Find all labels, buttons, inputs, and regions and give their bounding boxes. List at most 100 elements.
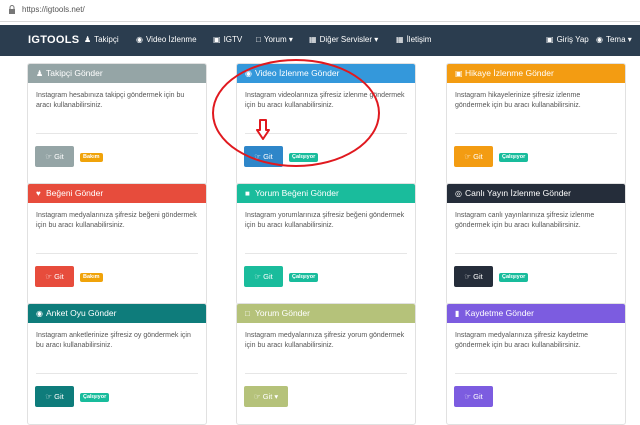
eye-icon: ◉ <box>136 35 143 44</box>
status-badge: Çalışıyor <box>289 273 319 282</box>
button-label: Git <box>263 272 273 281</box>
button-label: Git <box>54 392 64 401</box>
card-title: Beğeni Gönder <box>46 188 104 198</box>
button-label: Git <box>262 392 273 401</box>
comments-icon: ◉ <box>36 309 43 318</box>
nav-label: Tema <box>605 35 626 44</box>
heart-icon: ♥ <box>36 189 41 198</box>
lock-icon <box>9 5 15 14</box>
comment-icon: □ <box>256 35 261 44</box>
nav-item-giris-yap[interactable]: ▣ Giriş Yap <box>546 35 589 44</box>
card-title: Yorum Beğeni Gönder <box>255 188 339 198</box>
navbar: IGTOOLS ♟ Takipçi ◉ Video İzlenme ▣ IGTV □ Y… <box>0 25 640 56</box>
bookmark-icon: ▮ <box>455 309 460 318</box>
button-label: Git <box>54 152 64 161</box>
go-button[interactable]: ☞ Git <box>454 386 493 407</box>
brand-logo[interactable]: IGTOOLS <box>28 34 79 46</box>
card-canli-yayin-izlenme-gonder: ◎ Canlı Yayın İzlenme Gönder Instagram ca… <box>446 183 626 305</box>
status-badge: Çalışıyor <box>80 393 110 402</box>
card-description: Instagram anketlerinize şifresiz oy gönd… <box>36 332 191 349</box>
go-button[interactable]: ☞ Git <box>244 266 283 287</box>
nav-item-diger-servisler[interactable]: ▦ Diğer Servisler ▾ <box>309 35 378 44</box>
status-badge: Çalışıyor <box>499 273 529 282</box>
hand-pointer-icon: ☞ <box>254 272 262 281</box>
grid-icon: ▦ <box>309 35 317 44</box>
card-header: ◎ Canlı Yayın İzlenme Gönder <box>447 184 625 203</box>
button-label: Git <box>54 272 64 281</box>
go-button[interactable]: ☞ Git <box>454 266 493 287</box>
card-title: Kaydetme Gönder <box>465 308 534 318</box>
go-button[interactable]: ☞ Git <box>35 266 74 287</box>
card-description: Instagram hesabınıza takipçi göndermek i… <box>36 92 185 109</box>
nav-item-yorum[interactable]: □ Yorum ▾ <box>256 35 293 44</box>
card-header: □ Yorum Gönder <box>237 304 415 323</box>
go-dropdown-button[interactable]: ☞ Git ▾ <box>244 386 288 407</box>
card-kaydetme-gonder: ▮ Kaydetme Gönder Instagram medyalarınıza… <box>446 303 626 425</box>
card-yorum-gonder: □ Yorum Gönder Instagram medyalarınıza şi… <box>236 303 416 425</box>
status-badge: Çalışıyor <box>499 153 529 162</box>
go-button[interactable]: ☞ Git <box>35 146 74 167</box>
card-hikaye-izlenme-gonder: ▣ Hikaye İzlenme Gönder Instagram hikayel… <box>446 63 626 185</box>
down-arrow-icon <box>256 119 270 140</box>
building-icon: ▦ <box>396 35 404 44</box>
card-title: Takipçi Gönder <box>46 68 103 78</box>
nav-label: Yorum <box>263 35 287 44</box>
hand-pointer-icon: ☞ <box>253 392 261 401</box>
card-takipci-gonder: ♟ Takipçi Gönder Instagram hesabınıza tak… <box>27 63 207 185</box>
hand-pointer-icon: ☞ <box>464 152 472 161</box>
nav-label: İletişim <box>406 35 432 44</box>
nav-item-iletisim[interactable]: ▦ İletişim <box>396 35 431 44</box>
button-label: Git <box>473 272 483 281</box>
nav-label: Giriş Yap <box>556 35 589 44</box>
card-anket-oyu-gonder: ◉ Anket Oyu Gönder Instagram anketleriniz… <box>27 303 207 425</box>
palette-icon: ◉ <box>596 35 603 44</box>
card-header: ♥ Beğeni Gönder <box>28 184 206 203</box>
user-plus-icon: ♟ <box>36 69 44 78</box>
card-title: Yorum Gönder <box>255 308 310 318</box>
card-description: Instagram canlı yayınlarınıza şifresiz i… <box>455 212 595 229</box>
users-icon: ♟ <box>84 35 92 44</box>
card-description: Instagram yorumlarınıza şifresiz beğeni … <box>245 212 405 229</box>
card-description: Instagram hikayelerinize şifresiz izlenm… <box>455 92 581 109</box>
hand-pointer-icon: ☞ <box>464 272 472 281</box>
nav-item-video-izlenme[interactable]: ◉ Video İzlenme <box>136 35 197 44</box>
card-yorum-begeni-gonder: ■ Yorum Beğeni Gönder Instagram yorumları… <box>236 183 416 305</box>
card-title: Anket Oyu Gönder <box>46 308 117 318</box>
nav-label: Diğer Servisler <box>319 35 373 44</box>
caret-down-icon: ▾ <box>274 392 279 401</box>
image-icon: ▣ <box>455 69 463 78</box>
nav-label: IGTV <box>223 35 243 44</box>
card-description: Instagram medyalarınıza şifresiz beğeni … <box>36 212 197 229</box>
hand-pointer-icon: ☞ <box>45 272 53 281</box>
instagram-icon: ▣ <box>546 35 554 44</box>
comment-plus-icon: ■ <box>245 189 250 198</box>
address-bar[interactable]: https://igtools.net/ <box>0 0 640 22</box>
tv-icon: ▣ <box>213 35 221 44</box>
hand-pointer-icon: ☞ <box>45 392 53 401</box>
nav-item-tema[interactable]: ◉ Tema ▾ <box>596 35 632 44</box>
status-badge: Bakım <box>80 153 103 162</box>
card-header: ■ Yorum Beğeni Gönder <box>237 184 415 203</box>
card-begeni-gonder: ♥ Beğeni Gönder Instagram medyalarınıza ş… <box>27 183 207 305</box>
card-title: Hikaye İzlenme Gönder <box>465 68 554 78</box>
nav-item-igtv[interactable]: ▣ IGTV <box>213 35 242 44</box>
nav-label: Video İzlenme <box>145 35 197 44</box>
caret-down-icon: ▾ <box>374 35 379 44</box>
hand-pointer-icon: ☞ <box>464 392 472 401</box>
go-button[interactable]: ☞ Git <box>35 386 74 407</box>
status-badge: Bakım <box>80 273 103 282</box>
caret-down-icon: ▾ <box>288 35 293 44</box>
button-label: Git <box>473 392 483 401</box>
card-description: Instagram medyalarınıza şifresiz yorum g… <box>245 332 405 349</box>
go-button[interactable]: ☞ Git <box>454 146 493 167</box>
card-header: ◉ Anket Oyu Gönder <box>28 304 206 323</box>
button-label: Git <box>473 152 483 161</box>
card-header: ▮ Kaydetme Gönder <box>447 304 625 323</box>
url-text[interactable]: https://igtools.net/ <box>22 5 85 14</box>
card-header: ▣ Hikaye İzlenme Gönder <box>447 64 625 83</box>
card-header: ♟ Takipçi Gönder <box>28 64 206 83</box>
nav-item-takipci[interactable]: ♟ Takipçi <box>84 35 119 44</box>
card-description: Instagram medyalarınıza şifresiz kaydetm… <box>455 332 589 349</box>
comment-icon: □ <box>245 309 250 318</box>
card-title: Canlı Yayın İzlenme Gönder <box>465 188 571 198</box>
